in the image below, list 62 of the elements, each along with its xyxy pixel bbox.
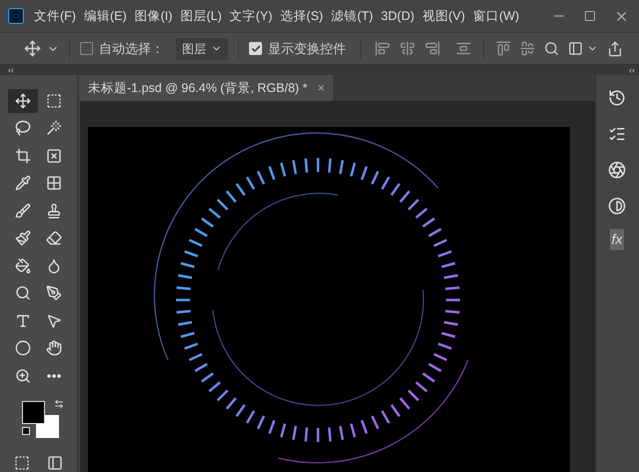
history-brush-icon: [15, 230, 31, 246]
collapse-toggle[interactable]: ‹‹: [8, 66, 14, 74]
menu-item[interactable]: 窗口(W): [473, 6, 520, 26]
checkbox-label: 显示变换控件: [268, 40, 346, 58]
swap-icon[interactable]: [54, 399, 64, 410]
hand-icon: [46, 340, 62, 356]
wand-icon: [46, 120, 62, 136]
screen-mode-icon[interactable]: [47, 454, 63, 471]
frame-icon: [46, 148, 62, 164]
share-icon[interactable]: [607, 40, 623, 56]
quick-mask-icon[interactable]: [14, 454, 30, 471]
menu-item[interactable]: 文字(Y): [230, 6, 272, 26]
checkbox-label: 自动选择：: [99, 40, 164, 58]
crop-icon: [15, 148, 31, 164]
move-icon[interactable]: [24, 40, 41, 57]
more-icon: [46, 374, 60, 378]
tab-close[interactable]: ×: [317, 78, 325, 98]
lasso-icon: [15, 120, 31, 136]
document-title: 未标题-1.psd @ 96.4% (背景, RGB/8) *: [88, 80, 308, 97]
collapse-toggle[interactable]: ‹‹: [629, 66, 635, 74]
zoom-icon: [15, 368, 31, 384]
tool-button[interactable]: [8, 89, 38, 113]
ellipse-icon: [15, 340, 31, 356]
menu-item[interactable]: 文件(F): [34, 6, 76, 26]
menu-item[interactable]: 编辑(E): [84, 6, 127, 26]
align-left-icon[interactable]: [375, 41, 390, 56]
pointer-icon: [46, 312, 62, 329]
background-swatch[interactable]: [36, 415, 59, 438]
menu-item[interactable]: 选择(S): [280, 6, 324, 26]
type-icon: [15, 312, 31, 329]
workspace-icon[interactable]: [568, 41, 583, 56]
maximize-icon[interactable]: [584, 10, 596, 22]
menu-item[interactable]: 3D(D): [381, 6, 414, 26]
pen-icon: [46, 285, 62, 302]
drop-icon: [46, 258, 62, 274]
layer-dropdown[interactable]: 图层: [176, 38, 228, 60]
align-right-icon[interactable]: [425, 41, 440, 56]
menu-item[interactable]: 图像(I): [134, 6, 172, 26]
adjustments-panel-icon[interactable]: [608, 197, 626, 215]
search-icon[interactable]: [544, 41, 559, 56]
properties-panel-icon[interactable]: [608, 125, 626, 143]
stamp-icon: [46, 202, 62, 219]
document-tab[interactable]: 未标题-1.psd @ 96.4% (背景, RGB/8) * ×: [80, 75, 333, 101]
align-center-icon[interactable]: [400, 41, 415, 56]
paint-bucket-icon: [15, 258, 31, 274]
distribute-icon[interactable]: [456, 41, 471, 56]
menu-item[interactable]: 视图(V): [422, 6, 466, 26]
align-top-icon[interactable]: [496, 41, 511, 56]
marquee-icon: [46, 93, 62, 109]
align-middle-icon[interactable]: [520, 41, 535, 56]
menu-item[interactable]: 图层(L): [180, 6, 222, 26]
brush-icon: [15, 202, 31, 219]
layer-style-button[interactable]: fx: [610, 229, 624, 250]
menu-item[interactable]: 滤镜(T): [331, 6, 374, 26]
checkbox[interactable]: [80, 42, 93, 55]
foreground-swatch[interactable]: [22, 401, 45, 424]
eyedropper-icon: [15, 175, 31, 192]
move-icon: [15, 93, 31, 109]
eraser-icon: [46, 230, 62, 246]
history-panel-icon[interactable]: [608, 89, 626, 107]
app-logo: [8, 8, 24, 24]
default-colors-icon[interactable]: [22, 427, 30, 436]
